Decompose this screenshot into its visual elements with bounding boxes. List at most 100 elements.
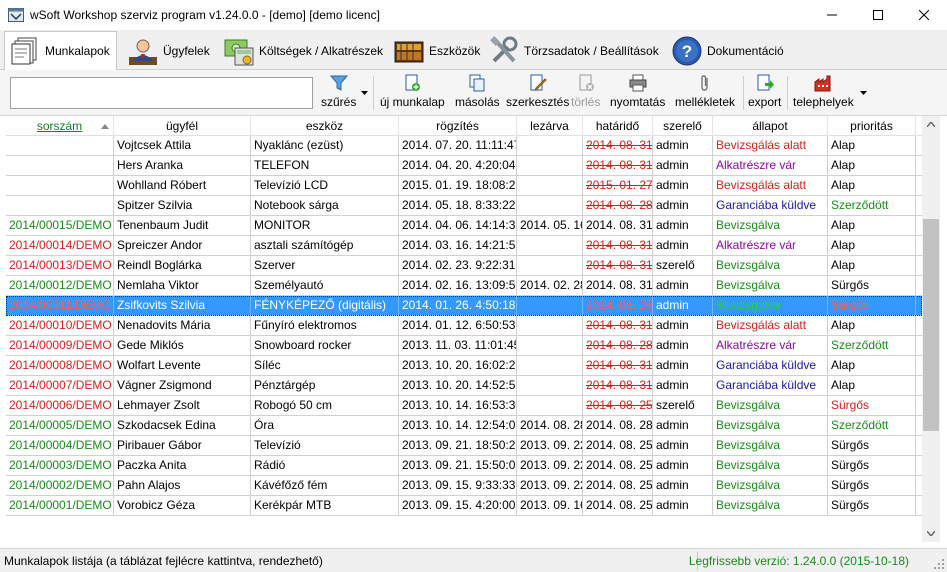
header-eszkoz[interactable]: eszköz (251, 116, 399, 136)
table-row[interactable]: 2014/00004/DEMO Piribauer Gábor Televízió 2… (6, 436, 922, 456)
cell-hatarido: 2014. 08. 31. (583, 236, 653, 255)
table-row[interactable]: 2014/00012/DEMO Nemlaha Viktor Személyautó… (6, 276, 922, 296)
cell-sorszam: 2014/00004/DEMO (6, 436, 114, 455)
table-row[interactable]: 2014/00010/DEMO Nenadovits Mária Fűnyíró e… (6, 316, 922, 336)
cell-ugyfel: Vágner Zsigmond (114, 376, 251, 395)
header-allapot[interactable]: állapot (713, 116, 828, 136)
cell-rogzites: 2014. 02. 16. 13:09:59 (399, 276, 517, 295)
cell-rogzites: 2014. 07. 20. 11:11:47 (399, 136, 517, 155)
cell-lezarva: 2014. 05. 16. (517, 216, 583, 235)
copy-button[interactable]: másolás (455, 74, 500, 114)
header-label: lezárva (530, 119, 569, 133)
delete-icon (579, 74, 594, 91)
maximize-button[interactable] (855, 0, 901, 30)
cell-lezarva: 2013. 09. 22. (517, 476, 583, 495)
table-row[interactable]: 2014/00011/DEMO Zsifkovits Szilvia FÉNYKÉP… (6, 296, 922, 316)
cell-szerelo: admin (653, 356, 713, 375)
cell-lezarva (517, 356, 583, 375)
table-row[interactable]: 2014/00015/DEMO Tenenbaum Judit MONITOR 201… (6, 216, 922, 236)
cell-szerelo: admin (653, 176, 713, 195)
cell-hatarido: 2014. 08. 25. (583, 456, 653, 475)
cell-allapot: Bevizsgálva (713, 436, 828, 455)
cell-prioritas: Alap (828, 176, 916, 195)
scroll-thumb[interactable] (923, 219, 939, 431)
cell-szerelo: szerelő (653, 256, 713, 275)
tab-ugyfelek[interactable]: Ügyfelek (123, 33, 216, 69)
header-szerelo[interactable]: szerelő (653, 116, 713, 136)
table-row[interactable]: 2014/00002/DEMO Pahn Alajos Kávéfőző fém 20… (6, 476, 922, 496)
new-sheet-button[interactable]: új munkalap (380, 74, 445, 114)
cell-ugyfel: Piribauer Gábor (114, 436, 251, 455)
export-icon (757, 74, 774, 91)
cell-sorszam: 2014/00006/DEMO (6, 396, 114, 415)
sites-dropdown-icon[interactable] (860, 91, 867, 95)
table-row[interactable]: 2014/00008/DEMO Wolfart Levente Síléc 2013.… (6, 356, 922, 376)
tab-munkalapok[interactable]: Munkalapok (4, 31, 117, 70)
tab-torzsadatok[interactable]: Törzsadatok / Beállítások (484, 33, 665, 69)
cell-ugyfel: Nemlaha Viktor (114, 276, 251, 295)
cell-allapot: Bevizsgálva (713, 396, 828, 415)
printer-icon (629, 74, 647, 92)
attachments-button[interactable]: mellékletek (675, 74, 735, 114)
cell-szerelo: admin (653, 416, 713, 435)
scroll-down-button[interactable] (922, 525, 940, 542)
tab-eszkozok[interactable]: Eszközök (389, 33, 486, 69)
search-input[interactable] (10, 77, 313, 109)
header-lezarva[interactable]: lezárva (517, 116, 583, 136)
toolbar: szűrés új munkalap másolás szerkesztés t… (0, 70, 947, 116)
table-row[interactable]: Wohlland Róbert Televízió LCD 2015. 01. 19… (6, 176, 922, 196)
cell-rogzites: 2014. 04. 06. 14:14:39 (399, 216, 517, 235)
cell-prioritas: Szerződött (828, 196, 916, 215)
cell-rogzites: 2014. 05. 18. 8:33:22 (399, 196, 517, 215)
filter-dropdown-icon[interactable] (361, 91, 368, 95)
header-label: határidő (595, 119, 640, 133)
vertical-scrollbar[interactable] (922, 116, 940, 542)
cell-hatarido: 2014. 08. 28. (583, 336, 653, 355)
table-row[interactable]: 2014/00006/DEMO Lehmayer Zsolt Robogó 50 c… (6, 396, 922, 416)
table-row[interactable]: Vojtcsek Attila Nyaklánc (ezüst) 2014. 07.… (6, 136, 922, 156)
edit-button[interactable]: szerkesztés (506, 74, 569, 114)
cell-allapot: Bevizsgálva (713, 476, 828, 495)
tab-dokumentacio[interactable]: ? Dokumentáció (667, 33, 790, 69)
header-hatarido[interactable]: határidő (583, 116, 653, 136)
print-button[interactable]: nyomtatás (610, 74, 665, 114)
header-sorszam[interactable]: sorszám (6, 116, 114, 136)
cell-lezarva: 2014. 08. 28. (517, 416, 583, 435)
header-prioritas[interactable]: prioritás (828, 116, 916, 136)
table-header: sorszám ügyfél eszköz rögzítés lezárva h… (6, 116, 922, 136)
svg-text:?: ? (682, 42, 692, 61)
sites-button[interactable]: telephelyek (793, 74, 854, 114)
table-row[interactable]: 2014/00013/DEMO Reindl Boglárka Szerver 201… (6, 256, 922, 276)
cell-eszkoz: Televízió (251, 436, 399, 455)
cell-rogzites: 2013. 10. 14. 12:54:08 (399, 416, 517, 435)
table-row[interactable]: 2014/00005/DEMO Szkodacsek Edina Óra 2013. … (6, 416, 922, 436)
tab-koltsegek[interactable]: Költségek / Alkatrészek (219, 33, 389, 69)
filter-button[interactable]: szűrés (321, 74, 356, 114)
cell-lezarva (517, 316, 583, 335)
cell-allapot: Bevizsgálás alatt (713, 136, 828, 155)
table-row[interactable]: 2014/00014/DEMO Spreiczer Andor asztali sz… (6, 236, 922, 256)
minimize-button[interactable] (809, 0, 855, 30)
table-row[interactable]: 2014/00003/DEMO Paczka Anita Rádió 2013. 09… (6, 456, 922, 476)
close-button[interactable] (901, 0, 947, 30)
customer-icon (129, 39, 157, 65)
table-row[interactable]: 2014/00009/DEMO Gede Miklós Snowboard rock… (6, 336, 922, 356)
header-ugyfel[interactable]: ügyfél (114, 116, 251, 136)
cell-lezarva (517, 396, 583, 415)
table-row[interactable]: 2014/00001/DEMO Vorobicz Géza Kerékpár MTB… (6, 496, 922, 516)
cell-lezarva: 2013. 09. 16. (517, 496, 583, 515)
table-row[interactable]: 2014/00007/DEMO Vágner Zsigmond Pénztárgép… (6, 376, 922, 396)
header-rogzites[interactable]: rögzítés (399, 116, 517, 136)
chevron-down-icon (927, 531, 935, 536)
cell-ugyfel: Spreiczer Andor (114, 236, 251, 255)
scroll-up-button[interactable] (922, 116, 940, 133)
resize-grip-icon[interactable] (933, 558, 945, 570)
table-row[interactable]: Spitzer Szilvia Notebook sárga 2014. 05. 1… (6, 196, 922, 216)
cell-eszkoz: Notebook sárga (251, 196, 399, 215)
export-button[interactable]: export (748, 74, 781, 114)
table-row[interactable]: Hers Aranka TELEFON 2014. 04. 20. 4:20:04 2… (6, 156, 922, 176)
settings-icon (490, 36, 518, 63)
status-text: Munkalapok listája (a táblázat fejlécre … (4, 554, 323, 568)
delete-button[interactable]: törlés (571, 74, 600, 114)
delete-label: törlés (571, 95, 601, 109)
